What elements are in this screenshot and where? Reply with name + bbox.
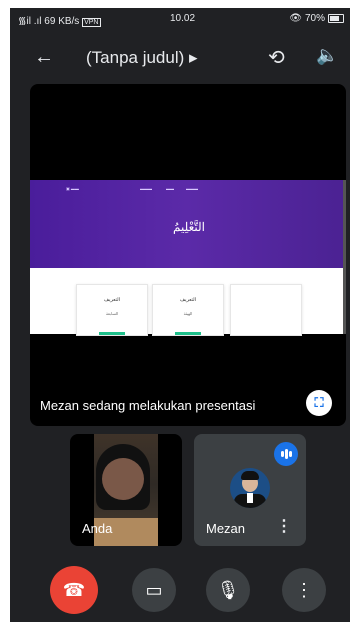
self-name: Anda: [82, 521, 113, 536]
switch-camera-icon[interactable]: ⟲: [268, 45, 285, 70]
end-call-button[interactable]: ☎: [50, 566, 98, 614]
eye-icon: 👁: [289, 13, 302, 24]
status-bar: ᯾il .ıl 69 KB/s VPN 10.02 👁 70%: [10, 8, 350, 30]
slide-logo: ▣ ▬▬: [66, 186, 79, 191]
self-tile[interactable]: Anda: [70, 434, 182, 546]
face-shape: [102, 458, 144, 500]
fullscreen-icon[interactable]: ⛶: [306, 390, 332, 416]
signal-info: ᯾il .ıl 69 KB/s VPN: [18, 13, 101, 27]
phone-hangup-icon: ☎: [62, 580, 86, 600]
battery-level: 70%: [304, 13, 325, 24]
slide-nav-3: ▬▬▬: [186, 186, 198, 191]
slide-card: التعريف الهيئة: [152, 284, 224, 336]
camera-toggle-button[interactable]: ▭: [132, 568, 176, 612]
card-subtitle: الهيئة: [183, 311, 193, 316]
participant-name: Mezan: [206, 521, 246, 536]
slide-card: [230, 284, 302, 336]
card-subtitle: السابعة: [105, 311, 119, 316]
slide-nav-1: ▬▬▬: [140, 186, 152, 191]
slide-body: التعريف السابعة التعريف الهيئة: [30, 268, 344, 336]
more-vert-icon: ⋮: [295, 580, 313, 600]
slide-nav-2: ▬▬: [166, 186, 174, 191]
slide-heading: التَّعْلِيمُ: [173, 220, 205, 234]
microphone-toggle-button[interactable]: 🎙: [206, 568, 250, 612]
battery-icon: [328, 14, 344, 23]
card-bar: [175, 332, 201, 335]
back-arrow-icon[interactable]: ←: [34, 46, 54, 69]
call-toolbar: ← (Tanpa judul) ▸ ⟲ 🔈: [10, 36, 350, 80]
clock: 10.02: [170, 13, 196, 24]
presenting-status: Mezan sedang melakukan presentasi: [40, 398, 256, 413]
card-title: التعريف: [103, 297, 121, 303]
avatar: [230, 468, 270, 508]
speaking-indicator-icon: [274, 442, 298, 466]
meet-screen: ᯾il .ıl 69 KB/s VPN 10.02 👁 70% ← (Tanpa…: [10, 8, 350, 622]
more-options-button[interactable]: ⋮: [282, 568, 326, 612]
card-title: التعريف: [179, 297, 197, 303]
microphone-icon: 🎙: [216, 580, 240, 600]
vpn-badge: VPN: [82, 18, 101, 27]
video-camera-icon: ▭: [145, 580, 163, 600]
shared-slide: ▣ ▬▬ ▬▬▬ ▬▬ ▬▬▬ التَّعْلِيمُ التعريف الس…: [30, 180, 344, 336]
slide-header: ▣ ▬▬ ▬▬▬ ▬▬ ▬▬▬ التَّعْلِيمُ: [30, 180, 344, 268]
meeting-title[interactable]: (Tanpa judul) ▸: [86, 48, 198, 68]
presentation-stage: ▣ ▬▬ ▬▬▬ ▬▬ ▬▬▬ التَّعْلِيمُ التعريف الس…: [30, 84, 346, 426]
avatar-shirt: [247, 493, 253, 503]
status-right: 👁 70%: [289, 13, 344, 24]
signal-text: ᯾il .ıl 69 KB/s: [18, 16, 80, 27]
slide-card: التعريف السابعة: [76, 284, 148, 336]
call-controls: ☎ ▭ 🎙 ⋮: [10, 564, 350, 622]
avatar-hair: [241, 471, 259, 480]
participant-tile[interactable]: Mezan ⋮: [194, 434, 306, 546]
slide-scrollbar: [343, 180, 346, 334]
more-vert-icon[interactable]: ⋮: [276, 516, 292, 536]
speaker-icon[interactable]: 🔈: [316, 45, 338, 66]
card-bar: [99, 332, 125, 335]
